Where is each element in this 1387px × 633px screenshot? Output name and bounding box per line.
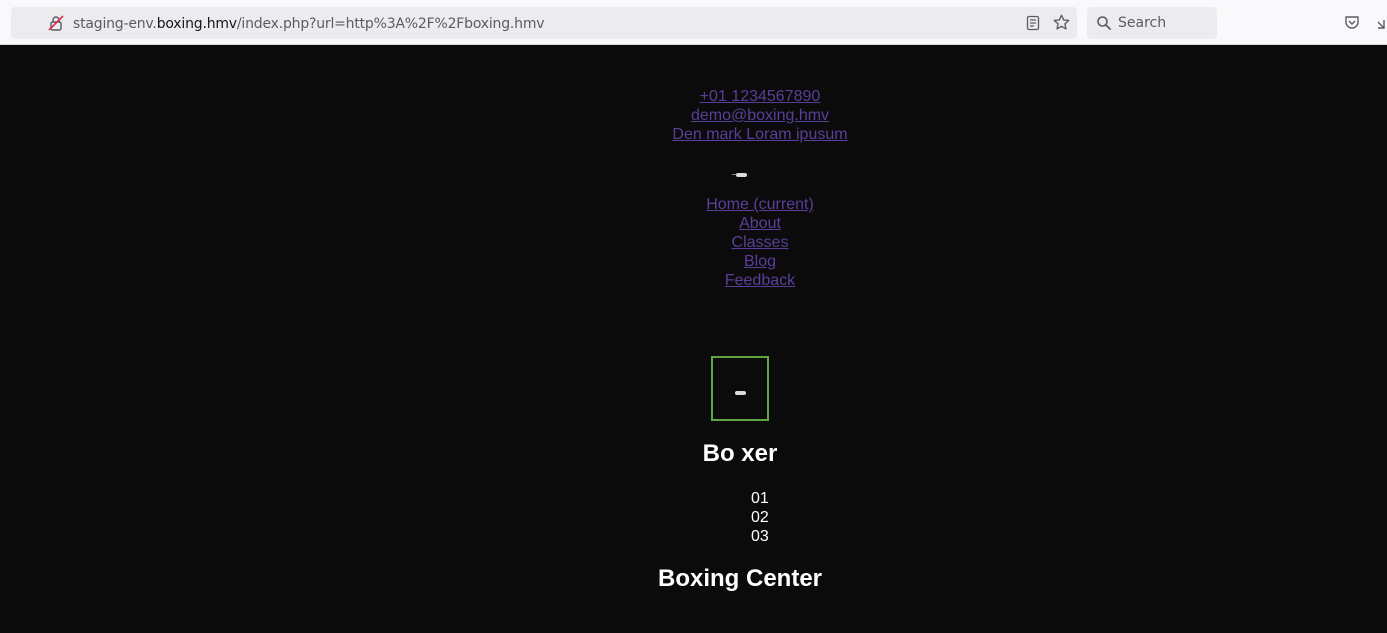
reader-view-icon[interactable] bbox=[1025, 15, 1041, 31]
logo-image[interactable] bbox=[732, 173, 747, 177]
browser-toolbar: staging-env.boxing.hmv/index.php?url=htt… bbox=[0, 0, 1387, 45]
hero-image-frame bbox=[711, 356, 769, 421]
nav-item-feedback[interactable]: Feedback bbox=[725, 272, 795, 289]
nav-item-home[interactable]: Home (current) bbox=[706, 196, 814, 213]
slide-indicators: 01 02 03 bbox=[751, 489, 769, 546]
pocket-icon[interactable] bbox=[1344, 14, 1360, 30]
nav-item-classes[interactable]: Classes bbox=[732, 234, 789, 251]
slide-indicator-1[interactable]: 01 bbox=[751, 489, 769, 508]
url-prefix: staging-env. bbox=[73, 16, 157, 32]
nav-item-blog[interactable]: Blog bbox=[744, 253, 776, 270]
section-title: Boxing Center bbox=[657, 565, 822, 592]
slide-indicator-3[interactable]: 03 bbox=[751, 527, 769, 546]
insecure-lock-icon[interactable] bbox=[48, 15, 64, 31]
overflow-arrow-icon[interactable] bbox=[1376, 14, 1387, 30]
slide-indicator-2[interactable]: 02 bbox=[751, 508, 769, 527]
phone-link[interactable]: +01 1234567890 bbox=[700, 88, 821, 105]
url-host: boxing.hmv bbox=[156, 16, 237, 32]
hero-image bbox=[735, 391, 746, 395]
page-content: +01 1234567890 demo@boxing.hmv Den mark … bbox=[0, 45, 1387, 633]
main-nav: Home (current) About Classes Blog Feedba… bbox=[0, 195, 1387, 290]
hero-title: Bo xer bbox=[702, 440, 778, 467]
url-text[interactable]: staging-env.boxing.hmv/index.php?url=htt… bbox=[73, 16, 545, 32]
nav-item-about[interactable]: About bbox=[739, 215, 781, 232]
url-bar[interactable]: staging-env.boxing.hmv/index.php?url=htt… bbox=[11, 7, 1077, 39]
address-link[interactable]: Den mark Loram ipusum bbox=[672, 126, 847, 143]
search-icon bbox=[1096, 15, 1112, 31]
search-box[interactable]: Search bbox=[1087, 7, 1217, 39]
bookmark-star-icon[interactable] bbox=[1053, 14, 1070, 30]
email-link[interactable]: demo@boxing.hmv bbox=[691, 107, 829, 124]
contact-info: +01 1234567890 demo@boxing.hmv Den mark … bbox=[0, 87, 1387, 144]
search-placeholder: Search bbox=[1118, 15, 1167, 31]
url-path: /index.php?url=http%3A%2F%2Fboxing.hmv bbox=[236, 16, 545, 32]
